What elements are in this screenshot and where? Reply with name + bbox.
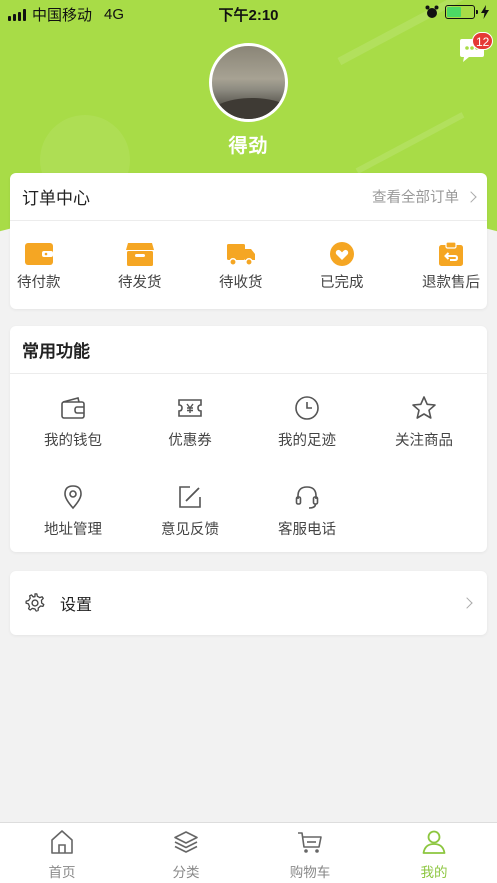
tab-cart[interactable]: 购物车: [248, 823, 372, 883]
username: 得劲: [228, 136, 269, 157]
star-icon: [412, 396, 436, 419]
order-item-awaiting-shipment[interactable]: 待发货: [110, 221, 170, 308]
function-label: 意见反馈: [161, 522, 219, 538]
order-item-label: 待收货: [219, 275, 263, 291]
order-center-header: 订单中心 查看全部订单: [10, 173, 487, 221]
charging-bolt-icon: [481, 5, 489, 19]
cart-icon: [298, 832, 322, 853]
function-label: 我的钱包: [44, 433, 102, 449]
alarm-icon: [425, 5, 439, 18]
gear-icon: [25, 593, 45, 612]
function-customer-service-phone[interactable]: 客服电话: [252, 484, 362, 554]
settings-row[interactable]: 设置: [10, 571, 487, 635]
location-pin-icon: [64, 485, 82, 510]
function-label: 优惠券: [168, 433, 212, 449]
chevron-right-icon: [465, 190, 477, 203]
tab-category[interactable]: 分类: [124, 823, 248, 883]
function-label: 客服电话: [278, 522, 336, 538]
function-coupons[interactable]: 优惠券: [135, 395, 245, 465]
function-feedback[interactable]: 意见反馈: [135, 484, 245, 554]
chevron-right-icon: [461, 597, 473, 609]
order-item-label: 待发货: [118, 275, 162, 291]
common-functions-card: 常用功能 我的钱包 优惠券 我的足迹 关注商品 地址管理 意见反馈 客服电话: [10, 326, 487, 552]
wallet-icon: [61, 397, 85, 419]
view-all-orders-label: 查看全部订单: [372, 190, 459, 206]
function-my-wallet[interactable]: 我的钱包: [18, 395, 128, 465]
tab-label: 我的: [420, 865, 448, 880]
box-icon: [126, 243, 154, 266]
battery-icon: [445, 5, 478, 19]
order-item-label: 已完成: [320, 275, 364, 291]
headset-icon: [295, 486, 319, 509]
bottom-tab-bar: 首页 分类 购物车 我的: [0, 822, 497, 883]
message-count-badge: 12: [472, 32, 494, 50]
function-my-footprints[interactable]: 我的足迹: [252, 395, 362, 465]
avatar[interactable]: [209, 43, 288, 122]
tab-home[interactable]: 首页: [0, 823, 124, 883]
truck-icon: [227, 244, 255, 266]
tab-label: 首页: [48, 865, 76, 880]
order-center-card: 订单中心 查看全部订单 待付款 待发货 待收货 已完成 退款售后: [10, 173, 487, 309]
function-label: 关注商品: [395, 433, 453, 449]
view-all-orders-link[interactable]: 查看全部订单: [372, 186, 477, 207]
settings-label: 设置: [60, 597, 93, 614]
clock-icon: [295, 396, 319, 420]
function-followed-products[interactable]: 关注商品: [369, 395, 479, 465]
common-functions-title: 常用功能: [22, 342, 90, 361]
edit-icon: [179, 486, 201, 508]
coupon-icon: [178, 399, 202, 417]
status-time: 下午2:10: [218, 7, 279, 24]
function-label: 我的足迹: [278, 433, 336, 449]
common-functions-header: 常用功能: [10, 326, 487, 374]
order-center-title: 订单中心: [22, 189, 90, 208]
function-address-management[interactable]: 地址管理: [18, 484, 128, 554]
function-label: 地址管理: [44, 522, 102, 538]
order-item-label: 退款售后: [422, 275, 480, 291]
order-item-pending-payment[interactable]: 待付款: [10, 221, 70, 308]
tab-mine[interactable]: 我的: [372, 823, 496, 883]
home-icon: [51, 830, 73, 854]
layers-icon: [174, 831, 198, 853]
user-icon: [422, 830, 446, 854]
tab-label: 分类: [172, 865, 200, 880]
wallet-icon: [25, 243, 53, 265]
order-item-label: 待付款: [17, 275, 61, 291]
tab-label: 购物车: [289, 865, 331, 880]
order-item-completed[interactable]: 已完成: [312, 221, 372, 308]
order-item-awaiting-receipt[interactable]: 待收货: [211, 221, 271, 308]
status-bar: 中国移动 4G 下午2:10: [0, 0, 497, 26]
order-item-refund-after-sales[interactable]: 退款售后: [414, 221, 487, 308]
heart-check-icon: [330, 242, 354, 266]
refund-icon: [439, 241, 463, 266]
